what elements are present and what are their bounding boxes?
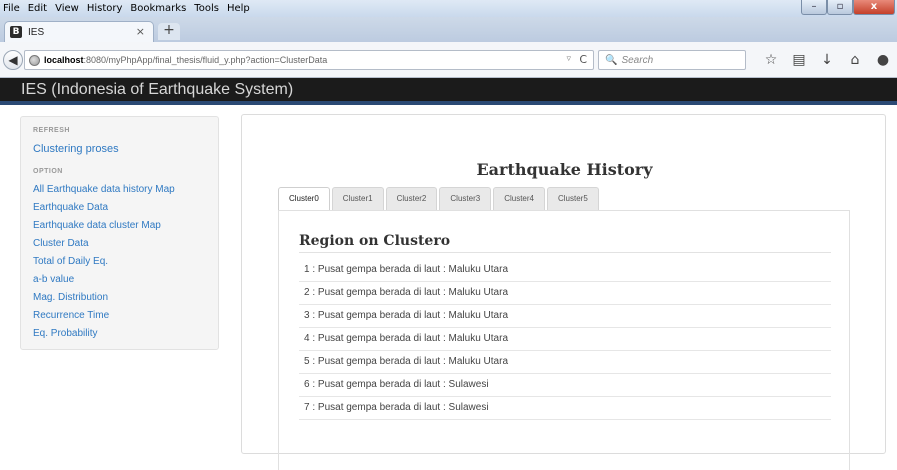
menu-file[interactable]: File xyxy=(3,3,20,14)
url-path: :8080/myPhpApp/final_thesis/fluid_y.php?… xyxy=(83,55,328,65)
minimize-icon[interactable]: – xyxy=(801,0,827,15)
navigation-bar: ◀ localhost :8080/myPhpApp/final_thesis/… xyxy=(0,42,897,78)
sidebar: REFRESH Clustering proses OPTION All Ear… xyxy=(20,116,219,350)
menu-help[interactable]: Help xyxy=(227,3,250,14)
sidebar-item-ab-value[interactable]: a-b value xyxy=(33,271,206,289)
tab-cluster0[interactable]: Cluster0 xyxy=(278,187,330,211)
sidebar-item-cluster-data[interactable]: Cluster Data xyxy=(33,235,206,253)
download-icon[interactable]: ↓ xyxy=(816,50,838,70)
menu-edit[interactable]: Edit xyxy=(28,3,47,14)
search-icon: 🔍 xyxy=(605,54,618,66)
sidebar-item-eq-probability[interactable]: Eq. Probability xyxy=(33,325,206,343)
list-item: 6 : Pusat gempa berada di laut : Sulawes… xyxy=(299,374,831,397)
tab-cluster5[interactable]: Cluster5 xyxy=(546,187,599,210)
star-icon[interactable]: ☆ xyxy=(760,50,782,70)
sidebar-item-recurrence-time[interactable]: Recurrence Time xyxy=(33,307,206,325)
sidebar-item-mag-distribution[interactable]: Mag. Distribution xyxy=(33,289,206,307)
list-item: 2 : Pusat gempa berada di laut : Maluku … xyxy=(299,282,831,305)
region-heading: Region on Clustero xyxy=(299,233,831,253)
tab-cluster1[interactable]: Cluster1 xyxy=(331,187,384,210)
main-panel: Earthquake History Cluster0 Cluster1 Clu… xyxy=(241,114,886,470)
search-input[interactable]: 🔍 Search xyxy=(598,50,746,70)
list-item: 1 : Pusat gempa berada di laut : Maluku … xyxy=(299,259,831,282)
sidebar-item-earthquake-data[interactable]: Earthquake Data xyxy=(33,199,206,217)
sidebar-item-daily-eq[interactable]: Total of Daily Eq. xyxy=(33,253,206,271)
tab-cluster3[interactable]: Cluster3 xyxy=(439,187,492,210)
new-tab-button[interactable]: + xyxy=(158,23,180,40)
menu-tools[interactable]: Tools xyxy=(194,3,219,14)
sidebar-item-cluster-map[interactable]: Earthquake data cluster Map xyxy=(33,217,206,235)
list-item: 4 : Pusat gempa berada di laut : Maluku … xyxy=(299,328,831,351)
site-header: IES (Indonesia of Earthquake System) xyxy=(0,78,897,105)
list-item: 3 : Pusat gempa berada di laut : Maluku … xyxy=(299,305,831,328)
tab-cluster4[interactable]: Cluster4 xyxy=(493,187,545,210)
list-item: 5 : Pusat gempa berada di laut : Maluku … xyxy=(299,351,831,374)
option-header: OPTION xyxy=(33,168,63,175)
site-brand[interactable]: IES (Indonesia of Earthquake System) xyxy=(21,81,293,99)
search-placeholder: Search xyxy=(621,54,654,66)
cluster-tab-pane: Region on Clustero 1 : Pusat gempa berad… xyxy=(278,210,850,470)
reload-icon[interactable]: C xyxy=(579,53,587,66)
menu-bookmarks[interactable]: Bookmarks xyxy=(130,3,186,14)
cluster-tabs: Cluster0 Cluster1 Cluster2 Cluster3 Clus… xyxy=(278,187,601,211)
list-item: 7 : Pusat gempa berada di laut : Sulawes… xyxy=(299,397,831,420)
tab-close-icon[interactable]: × xyxy=(136,25,145,38)
menu-bar: File Edit View History Bookmarks Tools H… xyxy=(0,0,897,17)
toolbar-icons: ☆ ▤ ↓ ⌂ ● ≡ xyxy=(760,50,897,70)
sidebar-item-clustering-proses[interactable]: Clustering proses xyxy=(33,140,206,158)
region-list: 1 : Pusat gempa berada di laut : Maluku … xyxy=(299,259,831,420)
tab-title: IES xyxy=(28,26,45,38)
window-controls: – ▫ x xyxy=(801,0,895,17)
address-bar[interactable]: localhost :8080/myPhpApp/final_thesis/fl… xyxy=(24,50,594,70)
url-dropdown-icon[interactable]: ▿ xyxy=(566,54,571,64)
site-info-icon[interactable] xyxy=(29,54,40,66)
refresh-header: REFRESH xyxy=(33,127,70,134)
favicon-icon: B xyxy=(10,26,22,38)
maximize-icon[interactable]: ▫ xyxy=(827,0,853,15)
bookmarks-list-icon[interactable]: ▤ xyxy=(788,50,810,70)
browser-tab[interactable]: B IES × xyxy=(4,21,154,42)
close-window-icon[interactable]: x xyxy=(853,0,895,15)
tab-cluster2[interactable]: Cluster2 xyxy=(385,187,438,210)
home-icon[interactable]: ⌂ xyxy=(844,50,866,70)
tab-strip: B IES × + xyxy=(0,17,897,42)
menu-view[interactable]: View xyxy=(55,3,79,14)
chat-icon[interactable]: ● xyxy=(872,50,894,70)
menu-history[interactable]: History xyxy=(87,3,123,14)
sidebar-item-all-earthquake-map[interactable]: All Earthquake data history Map xyxy=(33,181,206,199)
back-icon[interactable]: ◀ xyxy=(3,50,23,70)
page-title: Earthquake History xyxy=(476,160,653,179)
url-host: localhost xyxy=(44,55,84,65)
